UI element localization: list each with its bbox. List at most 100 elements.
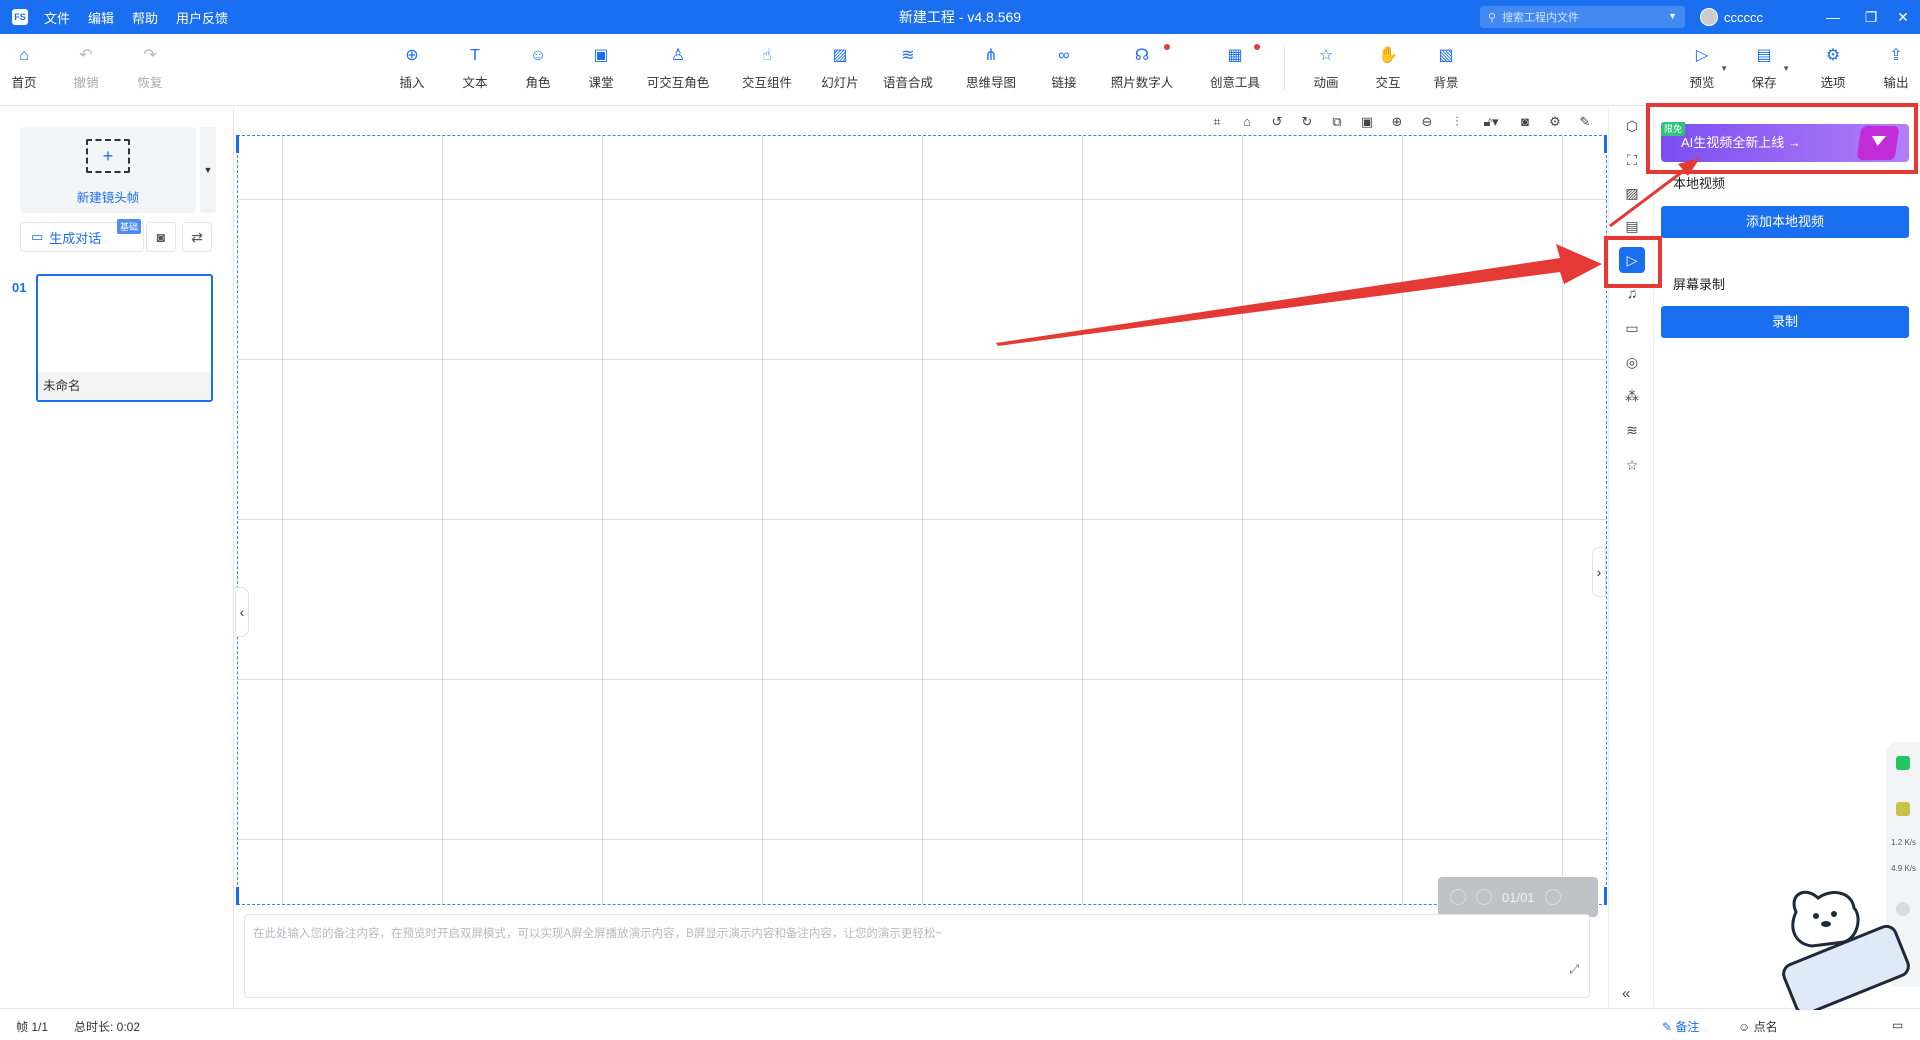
favorites-icon[interactable]: ☆ bbox=[1621, 454, 1643, 476]
home-button[interactable]: ⌂ 首页 bbox=[0, 46, 54, 91]
text-button[interactable]: T 文本 bbox=[445, 46, 505, 91]
properties-icon-bar: ⬡ ⛶ ▨ ▤ ▷ ♫ ▭ ◎ ⁂ ≋ ☆ bbox=[1608, 107, 1654, 1007]
slides-button[interactable]: ▨ 幻灯片 bbox=[810, 46, 870, 91]
subtitle-icon[interactable]: ▭ bbox=[1621, 317, 1643, 339]
username: cccccc bbox=[1724, 9, 1763, 25]
shape-icon[interactable]: ⬡ bbox=[1621, 115, 1643, 137]
save-button[interactable]: ▤ ▼ 保存 bbox=[1734, 46, 1794, 91]
frame-icon[interactable]: ⛶ bbox=[1621, 149, 1643, 171]
options-button[interactable]: ⚙ 选项 bbox=[1803, 46, 1863, 91]
classroom-button[interactable]: ▣ 课堂 bbox=[571, 46, 631, 91]
stage-edge-marker bbox=[1604, 887, 1607, 905]
title-bar: FS 文件 编辑 帮助 用户反馈 新建工程 - v4.8.569 ⚲ 搜索工程内… bbox=[0, 0, 1920, 34]
tts-button[interactable]: ≋ 语音合成 bbox=[872, 46, 944, 91]
document-icon[interactable]: ▤ bbox=[1621, 215, 1643, 237]
toolbar-divider bbox=[1284, 46, 1285, 90]
status-bar: 帧 1/1 总时长: 0:02 ✎ 备注 ☺ 点名 ▭ bbox=[0, 1008, 1920, 1040]
home-page-icon[interactable] bbox=[1450, 889, 1466, 905]
interaction-button[interactable]: ✋ 交互 bbox=[1358, 46, 1418, 91]
music-icon[interactable]: ♫ bbox=[1621, 282, 1643, 304]
collapse-panel-icon[interactable]: « bbox=[1622, 985, 1630, 1002]
collapse-left-panel-button[interactable]: ‹ bbox=[235, 587, 249, 637]
chevron-down-icon[interactable]: ▼ bbox=[1720, 64, 1728, 73]
creative-tools-button[interactable]: ▦ 创意工具 bbox=[1200, 44, 1270, 91]
export-button[interactable]: ⇪ 输出 bbox=[1866, 46, 1920, 91]
frame-thumbnail[interactable]: 未命名 bbox=[36, 274, 213, 402]
screenshot-icon[interactable]: ◙ bbox=[1515, 112, 1535, 132]
next-page-icon[interactable] bbox=[1544, 889, 1561, 905]
edit-icon[interactable]: ✎ bbox=[1575, 112, 1595, 132]
interactive-component-label: 交互组件 bbox=[741, 76, 792, 90]
notes-input[interactable]: 在此处输入您的备注内容，在预览时开启双屏模式，可以实现A屏全屏播放演示内容，B屏… bbox=[244, 914, 1590, 998]
new-frame-dropdown[interactable]: ▼ bbox=[200, 127, 216, 213]
chevron-down-icon[interactable]: ▼ bbox=[1668, 11, 1677, 21]
settings-icon[interactable]: ⚙ bbox=[1545, 112, 1565, 132]
interactive-role-button[interactable]: ♙ 可交互角色 bbox=[640, 46, 716, 91]
stage-canvas[interactable]: 01/01 bbox=[237, 135, 1607, 917]
paste-icon[interactable]: ▣ bbox=[1357, 112, 1377, 132]
chevron-down-icon[interactable]: ▼ bbox=[1782, 64, 1790, 73]
rotate-left-icon[interactable]: ↺ bbox=[1267, 112, 1287, 132]
notes-toggle[interactable]: ✎ 备注 bbox=[1662, 1018, 1699, 1035]
switch-button[interactable]: ⇄ bbox=[182, 222, 212, 252]
home-label: 首页 bbox=[11, 76, 37, 90]
undo-button[interactable]: ↶ 撤销 bbox=[56, 46, 116, 91]
stage-edge-marker bbox=[236, 135, 239, 153]
align-icon[interactable]: ⫶ bbox=[1447, 112, 1467, 132]
menu-edit[interactable]: 编辑 bbox=[88, 8, 114, 27]
interactive-role-label: 可交互角色 bbox=[646, 76, 710, 90]
preview-button[interactable]: ▷ ▼ 预览 bbox=[1672, 46, 1732, 91]
page-navigator[interactable]: 01/01 bbox=[1438, 877, 1598, 917]
image-icon[interactable]: ▨ bbox=[1621, 182, 1643, 204]
previous-page-icon[interactable] bbox=[1476, 889, 1492, 905]
mascot-illustration bbox=[1782, 890, 1910, 1010]
project-search-input[interactable]: ⚲ 搜索工程内文件 ▼ bbox=[1480, 6, 1685, 28]
components-icon[interactable]: ⁂ bbox=[1621, 385, 1643, 407]
animation-button[interactable]: ☆ 动画 bbox=[1296, 46, 1356, 91]
zoom-out-icon[interactable]: ⊖ bbox=[1417, 112, 1437, 132]
hand-icon: ✋ bbox=[1378, 47, 1398, 64]
format-painter-icon[interactable]: ⌗ bbox=[1207, 112, 1227, 132]
link-button[interactable]: ∞ 链接 bbox=[1034, 46, 1094, 91]
user-account[interactable]: cccccc bbox=[1700, 0, 1763, 34]
mindmap-button[interactable]: ⋔ 思维导图 bbox=[955, 46, 1027, 91]
role-label: 角色 bbox=[525, 76, 551, 90]
menu-file[interactable]: 文件 bbox=[44, 8, 70, 27]
new-frame-label: 新建镜头帧 bbox=[76, 191, 140, 205]
compass-icon[interactable]: ◎ bbox=[1621, 351, 1643, 373]
star-icon: ☆ bbox=[1318, 47, 1334, 64]
ai-video-banner[interactable]: 限免 AI生视频全新上线 → bbox=[1661, 122, 1909, 162]
role-button[interactable]: ☺ 角色 bbox=[508, 46, 568, 91]
menu-help[interactable]: 帮助 bbox=[132, 8, 158, 27]
expand-icon[interactable]: ⤢ bbox=[1569, 962, 1579, 977]
camera-button[interactable]: ◙ bbox=[146, 222, 176, 252]
close-button[interactable]: ✕ bbox=[1880, 0, 1920, 34]
insert-button[interactable]: ⊕ 插入 bbox=[382, 46, 442, 91]
menu-feedback[interactable]: 用户反馈 bbox=[176, 8, 228, 27]
home-view-icon[interactable]: ⌂ bbox=[1237, 112, 1257, 132]
new-frame-button[interactable]: + 新建镜头帧 bbox=[20, 127, 196, 213]
talking-head-icon: ☊ bbox=[1134, 47, 1150, 64]
generate-dialog-button[interactable]: ▭ 生成对话 基础 bbox=[20, 219, 144, 252]
add-local-video-button[interactable]: 添加本地视频 bbox=[1661, 206, 1909, 238]
layers-icon[interactable]: ≋ bbox=[1621, 419, 1643, 441]
play-screen-icon: ▷ bbox=[1695, 47, 1709, 64]
photo-avatar-button[interactable]: ☊ 照片数字人 bbox=[1104, 44, 1180, 91]
collapse-right-panel-button[interactable]: › bbox=[1592, 547, 1606, 597]
zoom-in-icon[interactable]: ⊕ bbox=[1387, 112, 1407, 132]
background-button[interactable]: ▧ 背景 bbox=[1416, 46, 1476, 91]
redo-button[interactable]: ↷ 恢复 bbox=[120, 46, 180, 91]
interactive-component-button[interactable]: ☝ 交互组件 bbox=[730, 46, 804, 91]
roll-call-button[interactable]: ☺ 点名 bbox=[1738, 1018, 1778, 1035]
folder-icon[interactable]: ▭ bbox=[1892, 1018, 1903, 1032]
rotate-right-icon[interactable]: ↻ bbox=[1297, 112, 1317, 132]
lock-icon[interactable]: 🔓︎▾ bbox=[1477, 112, 1505, 132]
avatar bbox=[1700, 8, 1718, 26]
record-button[interactable]: 录制 bbox=[1661, 306, 1909, 338]
new-badge-dot bbox=[1164, 44, 1170, 50]
video-properties-panel: 限免 AI生视频全新上线 → 本地视频 添加本地视频 屏幕录制 录制 bbox=[1655, 107, 1920, 1007]
mindmap-icon: ⋔ bbox=[984, 47, 998, 64]
video-icon[interactable]: ▷ bbox=[1619, 247, 1645, 273]
copy-icon[interactable]: ⧉ bbox=[1327, 112, 1347, 132]
local-video-title: 本地视频 bbox=[1673, 176, 1726, 191]
